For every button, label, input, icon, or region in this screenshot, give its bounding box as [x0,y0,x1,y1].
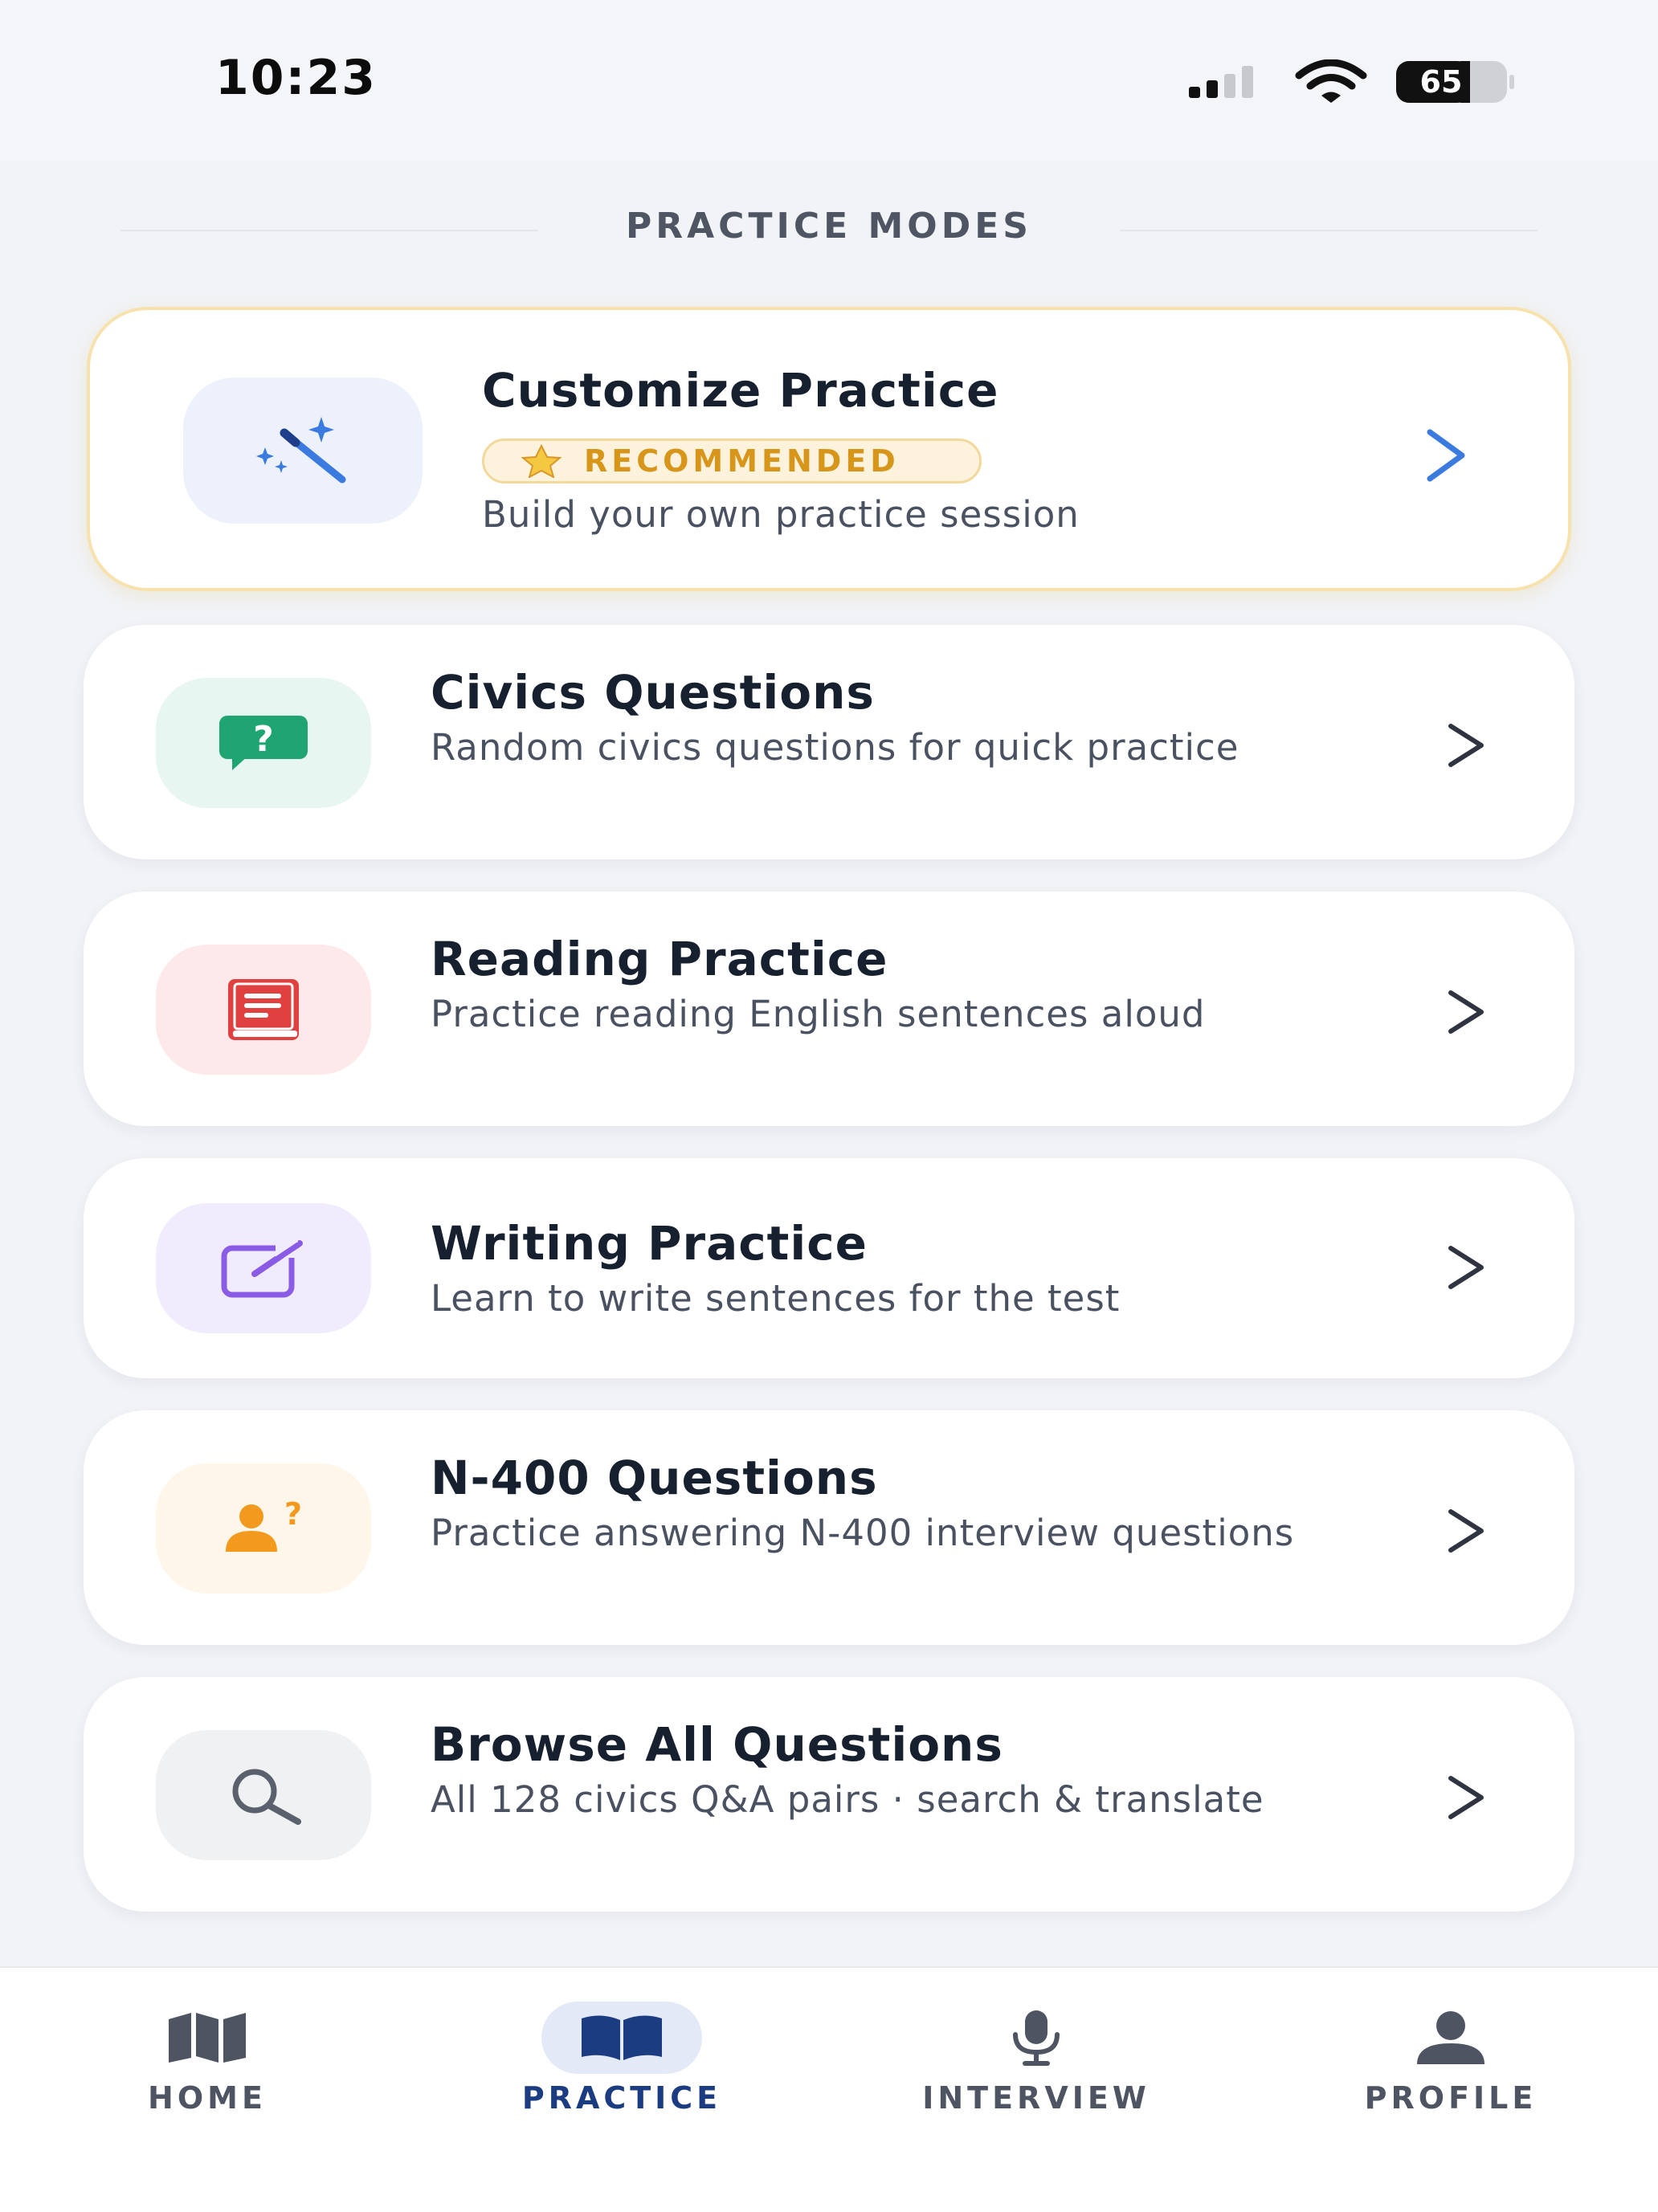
svg-text:?: ? [253,719,274,760]
signal-icon [1189,66,1253,98]
battery-level: 65 [1419,64,1463,100]
civics-questions-card[interactable]: ? Civics Questions Random civics questio… [84,625,1574,859]
recommended-badge: RECOMMENDED [482,439,982,484]
nav-label-home: HOME [148,2080,267,2116]
nav-icon-wrap [956,2002,1117,2074]
reading-practice-card[interactable]: Reading Practice Practice reading Englis… [84,892,1574,1126]
book-icon [228,979,299,1040]
card-description: Learn to write sentences for the test [431,1277,1121,1320]
nav-label-interview: INTERVIEW [922,2080,1150,2116]
search-icon [232,1769,301,1825]
question-bubble-icon: ? [219,716,308,770]
nav-item-practice[interactable]: PRACTICE [414,1968,829,2212]
map-icon [169,2013,246,2063]
customize-practice-card[interactable]: Customize Practice RECOMMENDED Build you… [87,307,1571,591]
chevron-right-icon[interactable] [1444,1507,1489,1555]
card-title: Reading Practice [431,932,888,986]
chevron-right-icon[interactable] [1444,721,1489,769]
section-title: PRACTICE MODES [626,206,1032,247]
nav-icon-wrap [1370,2002,1531,2074]
chevron-right-icon[interactable] [1422,427,1470,484]
card-title: Customize Practice [482,363,999,418]
icon-bg: ? [156,1463,371,1594]
magic-wand-icon-bg [183,378,423,524]
nav-icon-wrap-active [541,2002,702,2074]
person-icon [1417,2011,1484,2064]
icon-bg [156,945,371,1075]
icon-bg [156,1730,371,1860]
svg-text:?: ? [284,1500,302,1532]
card-title: Civics Questions [431,665,875,720]
icon-bg: ? [156,678,371,808]
writing-practice-card[interactable]: Writing Practice Learn to write sentence… [84,1158,1574,1378]
edit-icon [221,1240,303,1298]
browse-all-questions-card[interactable]: Browse All Questions All 128 civics Q&A … [84,1677,1574,1912]
card-description: Build your own practice session [482,493,1080,536]
card-description: Practice answering N-400 interview quest… [431,1512,1295,1554]
nav-icon-wrap [127,2002,288,2074]
person-question-icon: ? [226,1500,302,1552]
card-description: All 128 civics Q&A pairs · search & tran… [431,1778,1264,1821]
magic-wand-icon [256,417,346,484]
status-time: 10:23 [215,50,377,106]
open-book-icon [582,2015,662,2060]
chevron-right-icon[interactable] [1444,988,1489,1036]
n400-questions-card[interactable]: ? N-400 Questions Practice answering N-4… [84,1410,1574,1645]
wifi-icon [1295,59,1367,103]
card-title: N-400 Questions [431,1451,878,1505]
status-bar: 10:23 65 [0,0,1658,161]
nav-item-interview[interactable]: INTERVIEW [829,1968,1244,2212]
card-title: Browse All Questions [431,1717,1003,1772]
chevron-right-icon[interactable] [1444,1773,1489,1822]
star-icon [521,444,562,478]
card-description: Random civics questions for quick practi… [431,726,1239,769]
chevron-right-icon[interactable] [1444,1243,1489,1292]
nav-item-profile[interactable]: PROFILE [1244,1968,1658,2212]
section-header: PRACTICE MODES [0,206,1658,254]
icon-bg [156,1203,371,1333]
card-description: Practice reading English sentences aloud [431,993,1206,1035]
card-title: Writing Practice [431,1216,868,1271]
badge-label: RECOMMENDED [584,443,900,479]
nav-label-practice: PRACTICE [521,2080,722,2116]
microphone-icon [1013,2010,1060,2066]
nav-label-profile: PROFILE [1364,2080,1538,2116]
bottom-nav: HOME PRACTICE INTERVIEW PROFILE [0,1966,1658,2212]
nav-item-home[interactable]: HOME [0,1968,414,2212]
